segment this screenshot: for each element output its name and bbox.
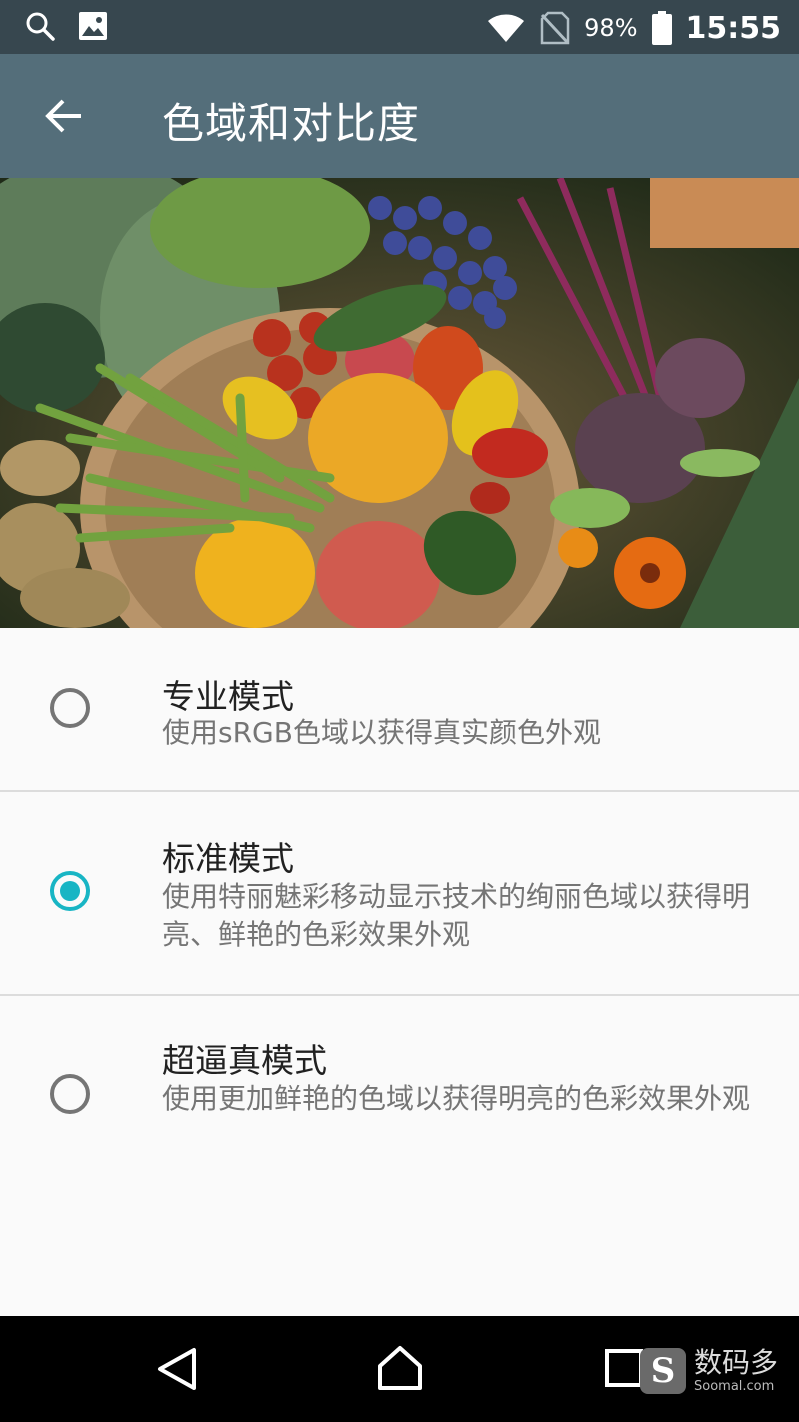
navigation-bar: S 数码多 Soomal.com bbox=[0, 1316, 799, 1422]
option-standard-mode[interactable]: 标准模式 使用特丽魅彩移动显示技术的绚丽色域以获得明亮、鲜艳的色彩效果外观 bbox=[0, 792, 799, 994]
vegetables-hero-image bbox=[0, 178, 799, 628]
battery-percent: 98% bbox=[584, 14, 638, 42]
watermark-name: 数码多 bbox=[694, 1346, 779, 1379]
option-super-vivid-mode[interactable]: 超逼真模式 使用更加鲜艳的色域以获得明亮的色彩效果外观 bbox=[0, 996, 799, 1196]
nav-back-icon[interactable] bbox=[152, 1344, 202, 1394]
status-bar: 98% 15:55 bbox=[0, 0, 799, 54]
image-icon bbox=[78, 11, 108, 41]
no-sim-icon bbox=[540, 11, 570, 45]
color-mode-options: 专业模式 使用sRGB色域以获得真实颜色外观 标准模式 使用特丽魅彩移动显示技术… bbox=[0, 628, 799, 1196]
radio-super-vivid-mode[interactable] bbox=[50, 1074, 90, 1114]
option-description: 使用更加鲜艳的色域以获得明亮的色彩效果外观 bbox=[162, 1082, 751, 1115]
battery-icon bbox=[651, 11, 672, 45]
nav-home-icon[interactable] bbox=[374, 1342, 426, 1394]
watermark-url: Soomal.com bbox=[694, 1379, 775, 1394]
soomal-logo: S bbox=[640, 1348, 686, 1394]
option-professional-mode[interactable]: 专业模式 使用sRGB色域以获得真实颜色外观 bbox=[0, 628, 799, 790]
app-toolbar: 色域和对比度 bbox=[0, 54, 799, 178]
option-description: 使用sRGB色域以获得真实颜色外观 bbox=[162, 716, 601, 749]
wifi-icon bbox=[486, 12, 526, 44]
arrow-back-icon bbox=[44, 96, 84, 136]
page-title: 色域和对比度 bbox=[162, 99, 421, 148]
radio-standard-mode[interactable] bbox=[50, 871, 90, 911]
search-icon bbox=[24, 10, 56, 42]
soomal-watermark: S 数码多 Soomal.com bbox=[640, 1348, 778, 1394]
option-title: 超逼真模式 bbox=[162, 1041, 327, 1080]
option-title: 标准模式 bbox=[162, 839, 294, 878]
clock: 15:55 bbox=[685, 10, 782, 46]
back-button[interactable] bbox=[26, 78, 102, 154]
option-description: 使用特丽魅彩移动显示技术的绚丽色域以获得明亮、鲜艳的色彩效果外观 bbox=[162, 880, 751, 951]
option-title: 专业模式 bbox=[162, 677, 294, 716]
nav-recents-icon[interactable] bbox=[604, 1348, 644, 1388]
radio-professional-mode[interactable] bbox=[50, 688, 90, 728]
